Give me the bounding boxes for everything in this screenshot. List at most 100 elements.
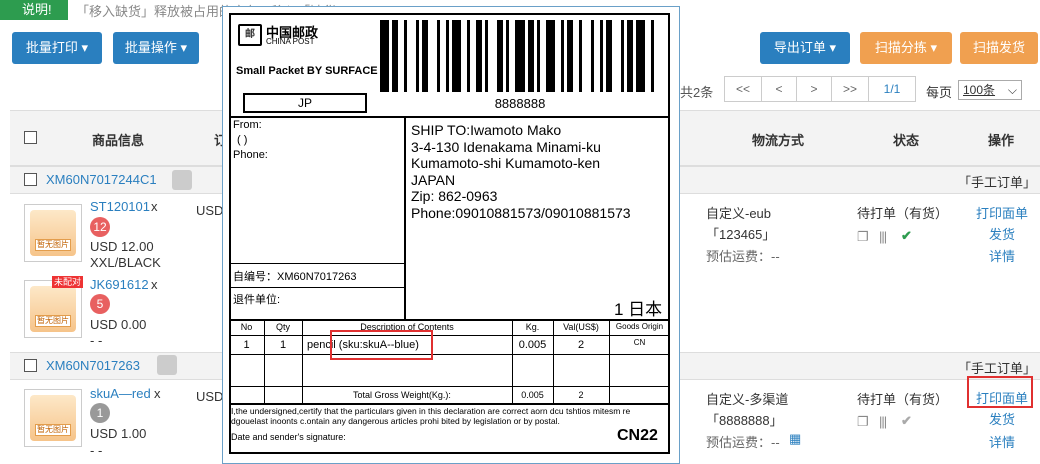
barcode-bar	[476, 20, 483, 92]
detail-link[interactable]: 详情	[989, 246, 1015, 265]
total-weight-label: Total Gross Weight(Kg.):	[353, 390, 451, 400]
certify-text: I,the undersigned,certify that the parti…	[231, 406, 631, 426]
shipping-method: 自定义-eub	[706, 206, 772, 221]
thumbnail-label: 暂无图片	[35, 239, 71, 251]
decl-row-origin: CN	[633, 338, 646, 347]
barcode-bar	[590, 20, 594, 92]
check-icon[interactable]: ✔	[901, 413, 912, 429]
quantity-badge: 12	[90, 217, 110, 237]
barcode-bar	[392, 20, 399, 92]
page-next-button[interactable]: >	[796, 76, 832, 102]
barcode-number: 8888888	[494, 96, 546, 111]
barcode-icon[interactable]: |||	[879, 414, 887, 429]
print-label-link[interactable]: 打印面单	[976, 203, 1028, 222]
barcode-bar	[380, 20, 390, 92]
barcode-bar	[497, 20, 504, 92]
china-post-logo-icon: 邮	[238, 24, 262, 46]
order-status: 待打单（有货）	[857, 206, 949, 221]
barcode-bar	[620, 20, 624, 92]
decl-row-qty: 1	[279, 339, 287, 351]
ship-link[interactable]: 发货	[989, 409, 1015, 428]
divider	[229, 263, 405, 264]
order-number-link[interactable]: XM60N7017244C1	[46, 172, 157, 187]
decl-row-kg: 0.005	[518, 339, 547, 351]
calculator-icon[interactable]: ▦	[789, 431, 801, 447]
batch-operations-button[interactable]: 批量操作 ▾	[113, 32, 199, 64]
scan-sort-button[interactable]: 扫描分拣 ▾	[860, 32, 952, 64]
batch-print-button[interactable]: 批量打印 ▾	[12, 32, 102, 64]
barcode-bar	[485, 20, 489, 92]
note-icon[interactable]	[172, 170, 192, 190]
detail-link[interactable]: 详情	[989, 432, 1015, 451]
multiply-sign: x	[154, 386, 161, 401]
product-sku-link[interactable]: ST120101	[90, 199, 150, 214]
product-price: USD 12.00	[90, 239, 154, 254]
quantity-badge: 1	[90, 403, 110, 423]
copy-icon[interactable]: ❐	[857, 229, 869, 245]
product-sku-link[interactable]: skuA—red	[90, 386, 151, 401]
ship-to-line: SHIP TO:Iwamoto Mako	[411, 122, 562, 138]
per-page-select[interactable]: 100条 ⌵	[958, 80, 1022, 100]
order-status: 待打单（有货）	[857, 392, 949, 407]
order-checkbox[interactable]	[24, 359, 37, 372]
ship-to-line: Kumamoto-shi Kumamoto-ken	[411, 155, 601, 172]
decl-row-val: 2	[577, 339, 585, 351]
form-code: CN22	[617, 427, 658, 444]
header-status: 状态	[893, 133, 920, 148]
divider	[609, 320, 610, 404]
multiply-sign: x	[151, 277, 158, 292]
copy-icon[interactable]: ❐	[857, 414, 869, 430]
thumbnail-label: 暂无图片	[35, 424, 71, 436]
order-tag: 「手工订单」	[958, 175, 1037, 190]
barcode-icon[interactable]: |||	[879, 229, 887, 244]
page-first-button[interactable]: <<	[724, 76, 762, 102]
ship-to-line: Phone:09010881573/09010881573	[411, 204, 631, 221]
export-orders-button[interactable]: 导出订单 ▾	[760, 32, 850, 64]
ship-link[interactable]: 发货	[989, 224, 1015, 243]
header-product: 商品信息	[92, 133, 145, 148]
product-variant: - -	[90, 443, 103, 458]
hint-badge: 说明!	[0, 0, 68, 20]
barcode-bar	[545, 20, 555, 92]
order-checkbox[interactable]	[24, 173, 37, 186]
barcode-bar	[566, 20, 573, 92]
country-code: JP	[243, 93, 367, 113]
decl-header-val: Val(US$)	[563, 322, 599, 332]
multiply-sign: x	[151, 199, 158, 214]
ship-to-address: SHIP TO:Iwamoto Mako 3-4-130 Idenakama M…	[411, 122, 631, 222]
scan-ship-button[interactable]: 扫描发货	[960, 32, 1038, 64]
barcode-bar	[506, 20, 510, 92]
per-page-value: 100条	[963, 83, 996, 97]
logo-en: CHINA POST	[266, 37, 315, 46]
tracking-number: 「8888888」	[706, 413, 783, 428]
product-sku-link[interactable]: JK691612	[90, 277, 149, 292]
order-number-link[interactable]: XM60N7017263	[46, 358, 140, 373]
currency-label: USD	[196, 203, 224, 218]
page-prev-button[interactable]: <	[761, 76, 797, 102]
barcode-bar	[437, 20, 441, 92]
barcode-bar	[467, 20, 471, 92]
tracking-number: 「123465」	[706, 227, 776, 242]
page-last-button[interactable]: >>	[831, 76, 869, 102]
ship-to-line: JAPAN	[411, 171, 456, 188]
barcode-bar	[515, 20, 525, 92]
barcode-bar	[452, 20, 462, 92]
check-icon[interactable]: ✔	[901, 228, 912, 244]
barcode-bar	[578, 20, 582, 92]
select-all-checkbox[interactable]	[24, 131, 37, 144]
divider	[264, 320, 265, 404]
note-icon[interactable]	[157, 355, 177, 375]
divider	[229, 403, 670, 405]
decl-header-qty: Qty	[275, 322, 290, 332]
print-label-link[interactable]: 打印面单	[976, 388, 1028, 407]
order-tag: 「手工订单」	[958, 361, 1037, 376]
divider	[404, 116, 406, 320]
destination-country: 1 日本	[614, 300, 663, 319]
unmatched-tag: 未配对	[52, 276, 84, 288]
shipping-method: 自定义-多渠道	[706, 392, 789, 407]
total-kg: 0.005	[521, 390, 544, 400]
barcode-bar	[560, 20, 564, 92]
chevron-down-icon: ⌵	[1007, 83, 1017, 97]
from-paren: ( )	[237, 134, 248, 146]
barcode-bar	[446, 20, 450, 92]
